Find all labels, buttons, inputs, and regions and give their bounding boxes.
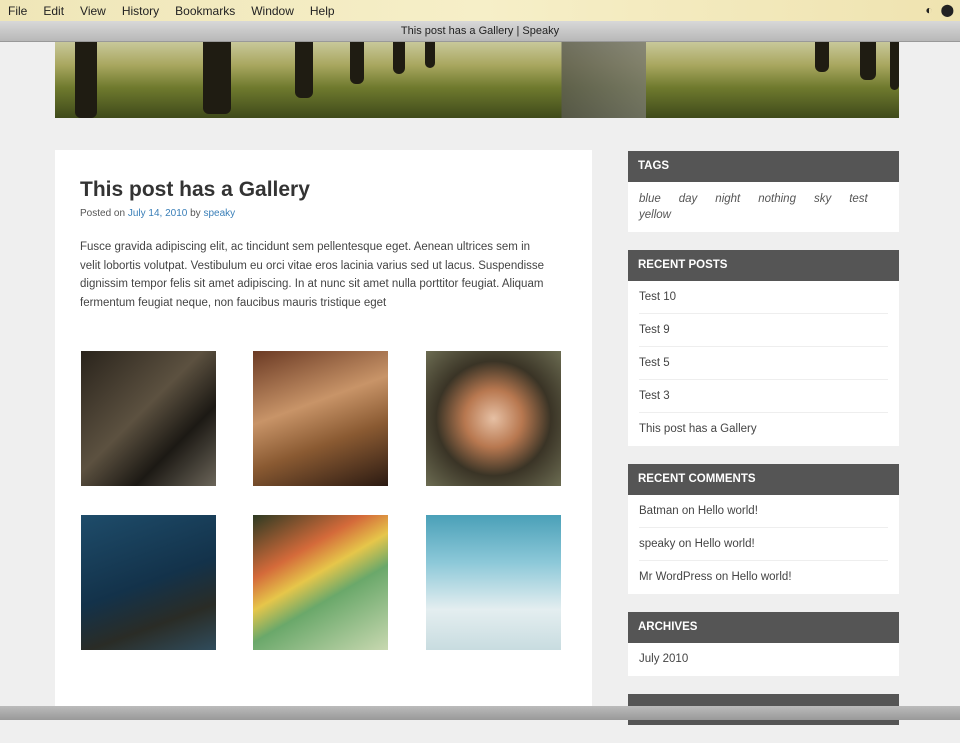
- recent-comment-link[interactable]: Mr WordPress on Hello world!: [639, 561, 888, 594]
- tree-trunk: [860, 42, 876, 80]
- tag-link[interactable]: sky: [814, 193, 831, 205]
- tree-trunk: [203, 42, 231, 114]
- recent-post-link[interactable]: Test 5: [639, 347, 888, 380]
- post-date-link[interactable]: July 14, 2010: [128, 208, 188, 219]
- tags-widget: TAGS blue day night nothing sky test yellow: [628, 151, 899, 232]
- gallery-image-1[interactable]: [81, 351, 216, 486]
- posted-on-label: Posted on: [80, 208, 126, 219]
- tag-link[interactable]: test: [849, 193, 868, 205]
- sidebar: TAGS blue day night nothing sky test yellow RE…: [628, 151, 899, 743]
- recent-posts-widget: RECENT POSTS Test 10 Test 9 Test 5 Test …: [628, 250, 899, 446]
- recent-posts-title: RECENT POSTS: [628, 250, 899, 281]
- location-icon[interactable]: ⬤: [941, 3, 954, 17]
- post-meta: Posted on July 14, 2010 by speaky: [80, 208, 235, 219]
- post-title[interactable]: This post has a Gallery: [80, 178, 310, 202]
- post-author-link[interactable]: speaky: [203, 208, 235, 219]
- tree-trunk: [425, 42, 435, 68]
- archive-link[interactable]: July 2010: [639, 643, 888, 676]
- tree-trunk: [75, 42, 97, 118]
- menu-view[interactable]: View: [80, 4, 106, 18]
- window-title: This post has a Gallery | Speaky: [0, 21, 960, 42]
- tree-trunk: [890, 42, 899, 90]
- gallery-image-3[interactable]: [426, 351, 561, 486]
- tree-trunk: [393, 42, 405, 74]
- tag-link[interactable]: day: [679, 193, 698, 205]
- recent-comments-widget: RECENT COMMENTS Batman on Hello world! s…: [628, 464, 899, 594]
- by-label: by: [190, 208, 201, 219]
- menu-edit[interactable]: Edit: [43, 4, 64, 18]
- tag-link[interactable]: night: [715, 193, 740, 205]
- menu-tray: ◐ ⬤: [925, 3, 954, 17]
- archives-title: ARCHIVES: [628, 612, 899, 643]
- tree-trunk: [350, 42, 364, 84]
- tag-cloud: blue day night nothing sky test yellow: [628, 182, 899, 232]
- status-icon[interactable]: ◐: [925, 3, 932, 17]
- tree-trunk: [295, 42, 313, 98]
- post-card: This post has a Gallery Posted on July 1…: [55, 150, 592, 710]
- menu-file[interactable]: File: [8, 4, 27, 18]
- menu-bookmarks[interactable]: Bookmarks: [175, 4, 235, 18]
- header-image[interactable]: [55, 42, 899, 118]
- menu-help[interactable]: Help: [310, 4, 335, 18]
- post-body: Fusce gravida adipiscing elit, ac tincid…: [80, 241, 545, 309]
- gallery-image-2[interactable]: [253, 351, 388, 486]
- gallery-image-6[interactable]: [426, 515, 561, 650]
- menu-bar: File Edit View History Bookmarks Window …: [0, 0, 960, 21]
- menu-window[interactable]: Window: [251, 4, 294, 18]
- bottom-bar: [0, 706, 960, 720]
- recent-comment-link[interactable]: Batman on Hello world!: [639, 495, 888, 528]
- menu-history[interactable]: History: [122, 4, 159, 18]
- tag-link[interactable]: blue: [639, 193, 661, 205]
- recent-comments-title: RECENT COMMENTS: [628, 464, 899, 495]
- tags-title: TAGS: [628, 151, 899, 182]
- archives-widget: ARCHIVES July 2010: [628, 612, 899, 676]
- tag-link[interactable]: yellow: [639, 209, 671, 221]
- recent-post-link[interactable]: Test 10: [639, 281, 888, 314]
- recent-post-link[interactable]: This post has a Gallery: [639, 413, 888, 446]
- gallery-image-4[interactable]: [81, 515, 216, 650]
- tree-trunk: [815, 42, 829, 72]
- recent-comment-link[interactable]: speaky on Hello world!: [639, 528, 888, 561]
- recent-post-link[interactable]: Test 3: [639, 380, 888, 413]
- tag-link[interactable]: nothing: [758, 193, 796, 205]
- gallery-image-5[interactable]: [253, 515, 388, 650]
- recent-post-link[interactable]: Test 9: [639, 314, 888, 347]
